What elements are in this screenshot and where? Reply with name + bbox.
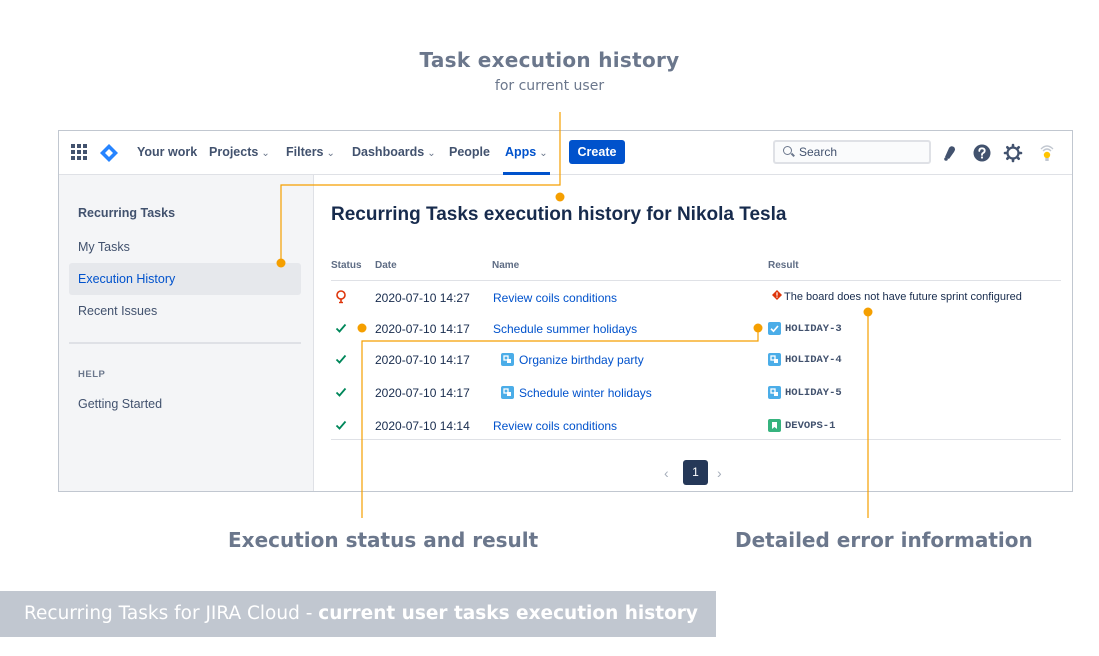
top-navigation: Your work Projects ⌄ Filters ⌄ Dashboards ⌄… [59,131,1072,175]
search-input[interactable]: Search [773,140,931,164]
hero-title: Task execution history [419,48,680,72]
nav-people[interactable]: People [449,145,490,159]
row-task-link[interactable]: Review coils conditions [493,419,617,433]
create-button[interactable]: Create [569,140,625,164]
row-task-link[interactable]: Review coils conditions [493,291,617,305]
column-header-date: Date [375,260,397,271]
help-icon[interactable] [972,143,992,163]
row-date: 2020-07-10 14:27 [375,291,470,305]
chevron-down-icon: ⌄ [539,148,548,159]
column-header-status: Status [331,260,362,271]
sidebar: Recurring Tasks My Tasks Execution Histo… [59,175,314,491]
nav-filters[interactable]: Filters ⌄ [286,145,335,159]
subtask-type-icon [768,353,781,366]
success-check-icon [335,420,347,430]
failed-status-icon [336,290,346,304]
sidebar-title: Recurring Tasks [78,206,176,220]
banner-text: Recurring Tasks for JIRA Cloud - current… [24,603,698,624]
row-task-link[interactable]: Schedule winter holidays [519,386,652,400]
chevron-down-icon: ⌄ [261,148,270,159]
subtask-type-icon [768,386,781,399]
row-task-link[interactable]: Schedule summer holidays [493,322,637,336]
success-check-icon [335,354,347,364]
row-result-issue-key[interactable]: HOLIDAY-4 [785,354,842,366]
nav-dashboards[interactable]: Dashboards ⌄ [352,145,436,159]
callout-execution-status: Execution status and result [228,528,539,552]
nav-your-work[interactable]: Your work [137,145,197,159]
row-result-issue-key[interactable]: HOLIDAY-5 [785,387,842,399]
search-icon [783,146,792,155]
jira-window: Your work Projects ⌄ Filters ⌄ Dashboards ⌄… [58,130,1073,492]
jira-logo-icon[interactable] [99,143,119,163]
notifications-icon[interactable] [940,143,960,163]
row-date: 2020-07-10 14:17 [375,386,470,400]
pagination-next-button[interactable]: › [717,465,722,481]
search-placeholder: Search [799,145,838,159]
chevron-down-icon: ⌄ [427,148,436,159]
row-result-error: The board does not have future sprint co… [784,291,1022,303]
column-header-name: Name [492,260,520,271]
profile-icon[interactable] [1037,143,1057,163]
footer-banner: Recurring Tasks for JIRA Cloud - current… [0,591,716,637]
nav-apps[interactable]: Apps ⌄ [505,145,548,159]
apps-grid-icon[interactable] [71,144,87,160]
sidebar-divider [69,342,301,344]
page-title: Recurring Tasks execution history for Ni… [331,204,787,225]
sidebar-help-header: HELP [78,369,106,380]
table-footer-divider [331,439,1061,440]
pagination-page-button[interactable]: 1 [683,460,708,485]
sidebar-item-my-tasks[interactable]: My Tasks [69,231,301,263]
success-check-icon [335,323,347,333]
story-type-icon [768,419,781,432]
success-check-icon [335,387,347,397]
row-date: 2020-07-10 14:14 [375,419,470,433]
task-type-icon [768,322,781,335]
subtask-type-icon [501,386,514,399]
hero-subtitle: for current user [494,78,605,94]
row-result-issue-key[interactable]: HOLIDAY-3 [785,323,842,335]
sidebar-item-execution-history[interactable]: Execution History [69,263,301,295]
callout-error-info: Detailed error information [735,528,1033,552]
settings-icon[interactable] [1003,143,1023,163]
sidebar-item-recent-issues[interactable]: Recent Issues [69,295,301,327]
row-task-link[interactable]: Organize birthday party [519,353,644,367]
row-date: 2020-07-10 14:17 [375,353,470,367]
row-result-issue-key[interactable]: DEVOPS-1 [785,420,835,432]
error-icon [772,290,782,300]
subtask-type-icon [501,353,514,366]
column-header-result: Result [768,260,799,271]
active-tab-indicator [503,172,550,175]
sidebar-item-getting-started[interactable]: Getting Started [69,388,301,420]
table-header-divider [331,280,1061,281]
chevron-down-icon: ⌄ [326,148,335,159]
pagination-prev-button[interactable]: ‹ [664,465,669,481]
row-date: 2020-07-10 14:17 [375,322,470,336]
nav-projects[interactable]: Projects ⌄ [209,145,270,159]
